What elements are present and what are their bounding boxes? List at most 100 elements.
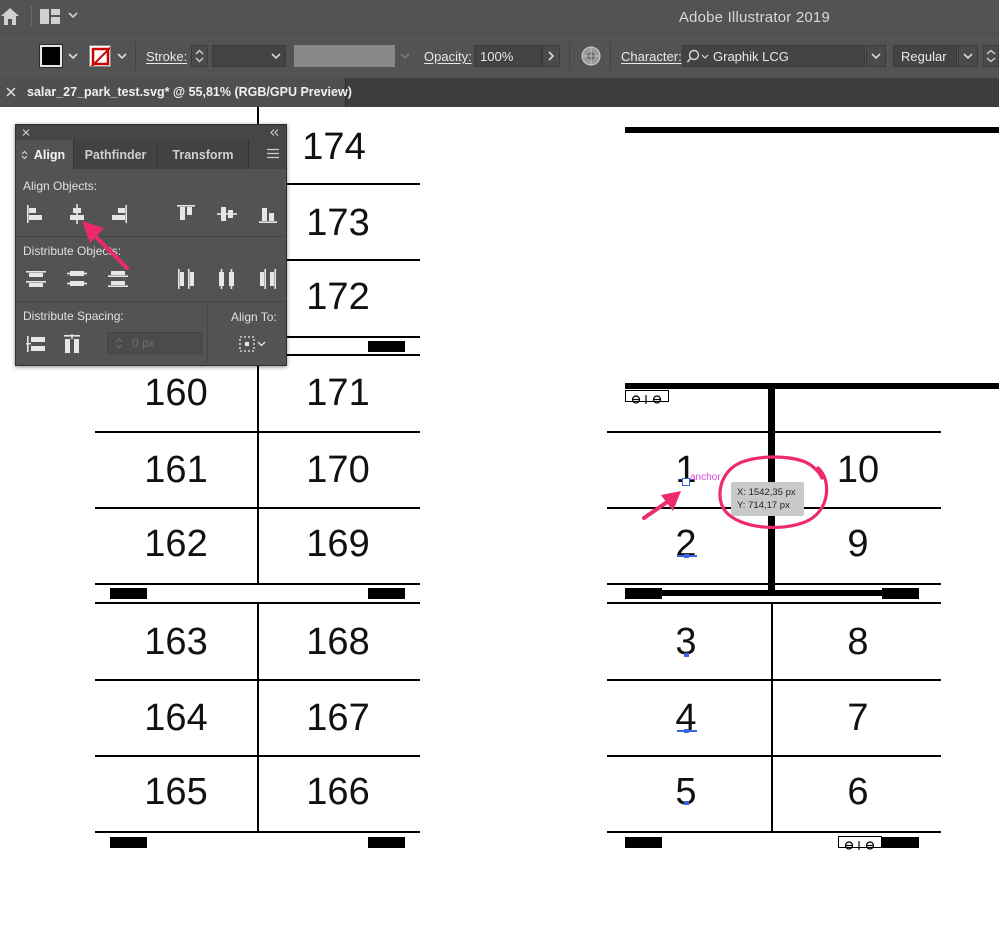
parking-number: 168 <box>306 621 370 663</box>
stroke-color-swatch[interactable] <box>89 45 111 67</box>
y-coordinate-readout: Y: 714,17 px <box>737 500 790 511</box>
character-label[interactable]: Character: <box>621 49 682 64</box>
boundary-bar <box>655 590 891 596</box>
chevron-down-icon[interactable] <box>67 10 79 20</box>
panel-section-divider <box>16 301 286 302</box>
parking-marker <box>625 588 662 599</box>
boundary-bar <box>625 127 999 133</box>
vertical-distribute-bottom-icon[interactable] <box>107 268 129 290</box>
parking-number: 9 <box>847 523 869 565</box>
distribute-spacing-field[interactable]: 0 px <box>107 332 202 354</box>
close-icon[interactable] <box>21 127 31 138</box>
font-family-value: Graphik LCG <box>713 49 789 64</box>
font-family-dropdown[interactable] <box>866 45 886 67</box>
collapse-panel-icon[interactable] <box>268 127 280 138</box>
font-style-field[interactable]: Regular <box>893 45 957 67</box>
panel-column-divider <box>207 305 208 363</box>
opacity-label[interactable]: Opacity: <box>424 49 472 64</box>
stroke-label[interactable]: Stroke: <box>146 49 187 64</box>
stroke-dropdown-chevron-icon[interactable] <box>114 46 130 66</box>
vertical-align-bottom-icon[interactable] <box>257 203 279 225</box>
workspace-switcher-icon[interactable] <box>40 9 60 24</box>
row-divider <box>607 679 941 681</box>
vertical-align-top-icon[interactable] <box>175 203 197 225</box>
font-size-stepper[interactable] <box>983 45 999 67</box>
panel-title-strip[interactable] <box>16 125 286 140</box>
font-search-icon <box>687 49 709 63</box>
vertical-align-center-icon[interactable] <box>216 203 238 225</box>
parking-number: 8 <box>847 621 869 663</box>
horizontal-distribute-right-icon[interactable] <box>257 268 279 290</box>
tab-pathfinder[interactable]: Pathfinder <box>74 140 158 169</box>
row-divider <box>607 602 941 604</box>
home-icon[interactable] <box>0 5 20 27</box>
tab-transform[interactable]: Transform <box>158 140 249 169</box>
tab-align-label: Align <box>33 148 66 162</box>
variable-width-profile[interactable] <box>294 45 395 67</box>
title-bar: Adobe Illustrator 2019 <box>0 0 999 33</box>
profile-chevron-icon[interactable] <box>397 47 413 65</box>
row-divider <box>95 755 420 757</box>
horizontal-distribute-space-icon[interactable] <box>61 333 83 355</box>
row-divider <box>95 431 420 433</box>
titlebar-divider <box>31 6 32 26</box>
stroke-weight-chevron-icon[interactable] <box>266 45 286 67</box>
vertical-distribute-space-icon[interactable] <box>25 333 47 355</box>
fill-color-swatch[interactable] <box>39 44 63 68</box>
parking-number: 169 <box>306 523 370 565</box>
fill-dropdown-chevron-icon[interactable] <box>65 46 81 66</box>
horizontal-distribute-center-icon[interactable] <box>216 268 238 290</box>
document-tab-bar: salar_27_park_test.svg* @ 55,81% (RGB/GP… <box>0 78 999 107</box>
document-tab-title: salar_27_park_test.svg* @ 55,81% (RGB/GP… <box>27 85 352 99</box>
row-divider <box>95 507 420 509</box>
recolor-artwork-icon[interactable] <box>580 45 602 67</box>
parking-number: 160 <box>144 372 208 414</box>
horizontal-align-right-icon[interactable] <box>107 203 129 225</box>
anchor-point-mark <box>684 729 689 733</box>
row-divider <box>607 755 941 757</box>
anchor-point-mark <box>684 801 689 805</box>
font-family-field[interactable]: Graphik LCG <box>682 45 865 67</box>
parking-number: 164 <box>144 697 208 739</box>
horizontal-distribute-left-icon[interactable] <box>175 268 197 290</box>
parking-marker <box>368 588 405 599</box>
stepper-arrows-icon <box>195 49 204 63</box>
parking-marker <box>110 588 147 599</box>
stroke-weight-stepper[interactable] <box>191 45 208 67</box>
charger-symbol <box>625 390 669 404</box>
parking-number: 2 <box>675 523 697 565</box>
opacity-field[interactable]: 100% <box>474 45 542 67</box>
app-title: Adobe Illustrator 2019 <box>678 9 830 26</box>
panel-section-divider <box>16 236 286 237</box>
smart-guide-anchor-label: anchor <box>690 472 721 483</box>
close-icon[interactable] <box>5 85 17 99</box>
distribute-objects-label: Distribute Objects: <box>23 244 122 258</box>
panel-menu-icon[interactable] <box>267 148 279 159</box>
tab-align[interactable]: Align <box>16 140 74 169</box>
parking-marker <box>110 837 147 848</box>
parking-number: 6 <box>847 771 869 813</box>
parking-marker <box>882 588 919 599</box>
panel-tab-strip: Align Pathfinder Transform <box>16 140 286 169</box>
parking-number: 167 <box>306 697 370 739</box>
control-bar-divider <box>135 42 136 70</box>
distribute-spacing-label: Distribute Spacing: <box>23 309 124 323</box>
control-bar-divider <box>569 42 570 70</box>
vertical-distribute-center-icon[interactable] <box>66 268 88 290</box>
stepper-arrows-icon <box>986 49 996 63</box>
parking-marker <box>625 837 662 848</box>
row-divider <box>607 831 941 833</box>
horizontal-align-center-icon[interactable] <box>66 203 88 225</box>
chevron-right-icon <box>548 51 555 61</box>
parking-marker <box>882 837 919 848</box>
document-tab[interactable]: salar_27_park_test.svg* @ 55,81% (RGB/GP… <box>0 78 352 107</box>
font-style-dropdown[interactable] <box>958 45 978 67</box>
horizontal-align-left-icon[interactable] <box>25 203 47 225</box>
row-divider <box>95 583 420 585</box>
vertical-distribute-top-icon[interactable] <box>25 268 47 290</box>
parking-marker <box>368 341 405 352</box>
align-to-selection-dropdown-icon[interactable] <box>238 333 268 355</box>
anchor-point-handle[interactable] <box>682 478 690 486</box>
align-panel[interactable]: Align Pathfinder Transform Align Objects… <box>15 124 287 366</box>
opacity-flyout-button[interactable] <box>542 45 560 67</box>
